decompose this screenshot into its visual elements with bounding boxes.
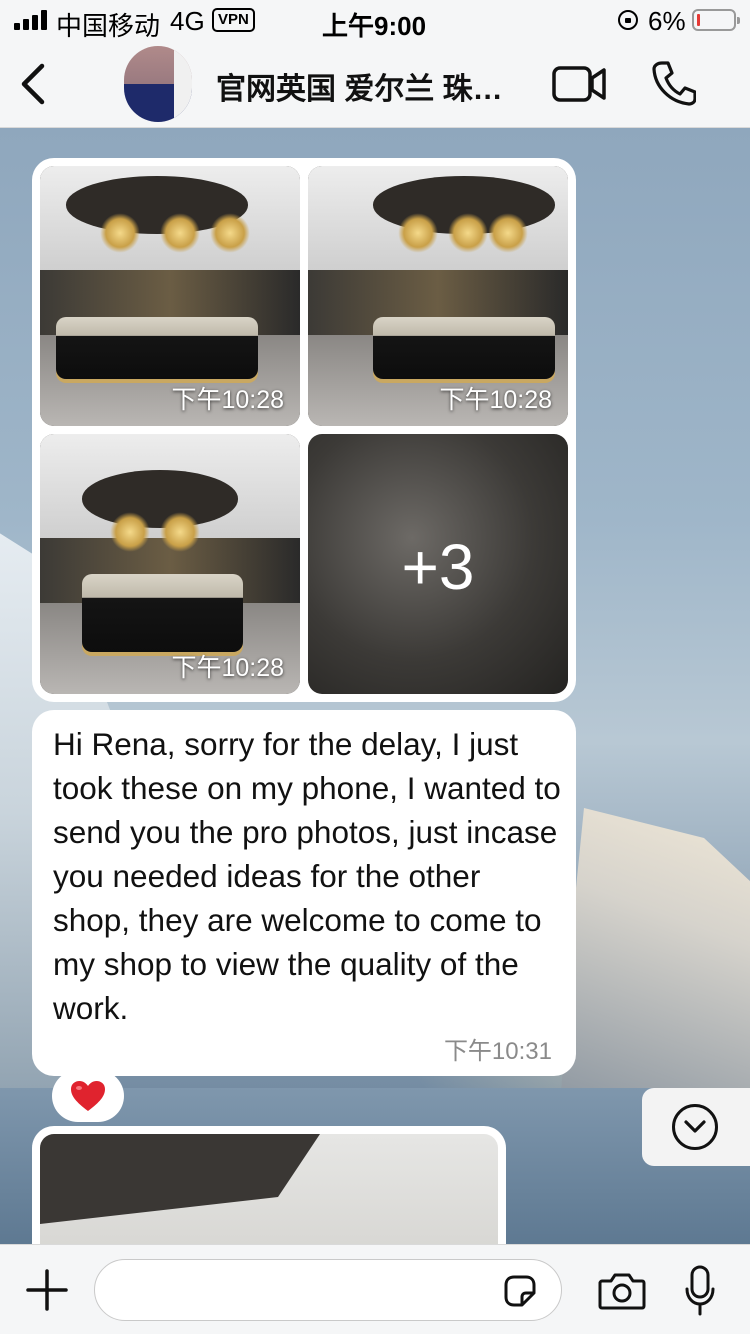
chat-title[interactable]: 官网英国 爱尔兰 珠…: [216, 64, 526, 108]
text-message[interactable]: Hi Rena, sorry for the delay, I just too…: [32, 710, 576, 1076]
photo-timestamp: 下午10:28: [439, 386, 552, 414]
battery-percentage: 6%: [648, 6, 686, 36]
plus-icon[interactable]: [26, 1269, 68, 1311]
photo-timestamp: 下午10:28: [171, 386, 284, 414]
album-photo[interactable]: 下午10:28: [40, 434, 300, 694]
album-more-photos[interactable]: +3: [308, 434, 568, 694]
message-input-bar: [0, 1244, 750, 1334]
camera-icon[interactable]: [598, 1271, 646, 1311]
microphone-icon[interactable]: [684, 1265, 716, 1317]
status-time: 上午9:00: [322, 11, 427, 41]
status-bar: 中国移动 4G VPN 上午9:00 6%: [0, 0, 750, 41]
more-photos-count: +3: [401, 531, 475, 603]
wallpaper-mountain-right: [560, 808, 750, 1108]
signal-strength-icon: [14, 10, 48, 30]
message-input[interactable]: [94, 1259, 562, 1321]
album-photo[interactable]: 下午10:28: [40, 166, 300, 426]
chevron-down-icon: [672, 1104, 718, 1150]
rotation-lock-icon: [618, 10, 638, 30]
vpn-badge: VPN: [212, 8, 255, 32]
message-timestamp: 下午10:31: [443, 1038, 552, 1065]
sticker-icon[interactable]: [502, 1273, 538, 1309]
heart-icon: [71, 1081, 105, 1111]
message-text: Hi Rena, sorry for the delay, I just too…: [53, 726, 561, 1026]
photo-album-message[interactable]: 下午10:28 下午10:28 下午10:28 +3: [32, 158, 576, 702]
back-icon[interactable]: [16, 62, 56, 106]
photo-timestamp: 下午10:28: [171, 654, 284, 682]
contact-avatar[interactable]: [124, 46, 192, 122]
video-call-icon[interactable]: [552, 64, 606, 104]
message-reaction[interactable]: [52, 1070, 124, 1122]
album-photo[interactable]: 下午10:28: [308, 166, 568, 426]
battery-icon: [692, 9, 740, 31]
phone-call-icon[interactable]: [652, 60, 696, 106]
chat-header: 官网英国 爱尔兰 珠…: [0, 40, 750, 128]
network-type: 4G: [170, 6, 205, 36]
scroll-to-bottom-button[interactable]: [642, 1088, 750, 1166]
carrier-name: 中国移动: [56, 11, 161, 41]
